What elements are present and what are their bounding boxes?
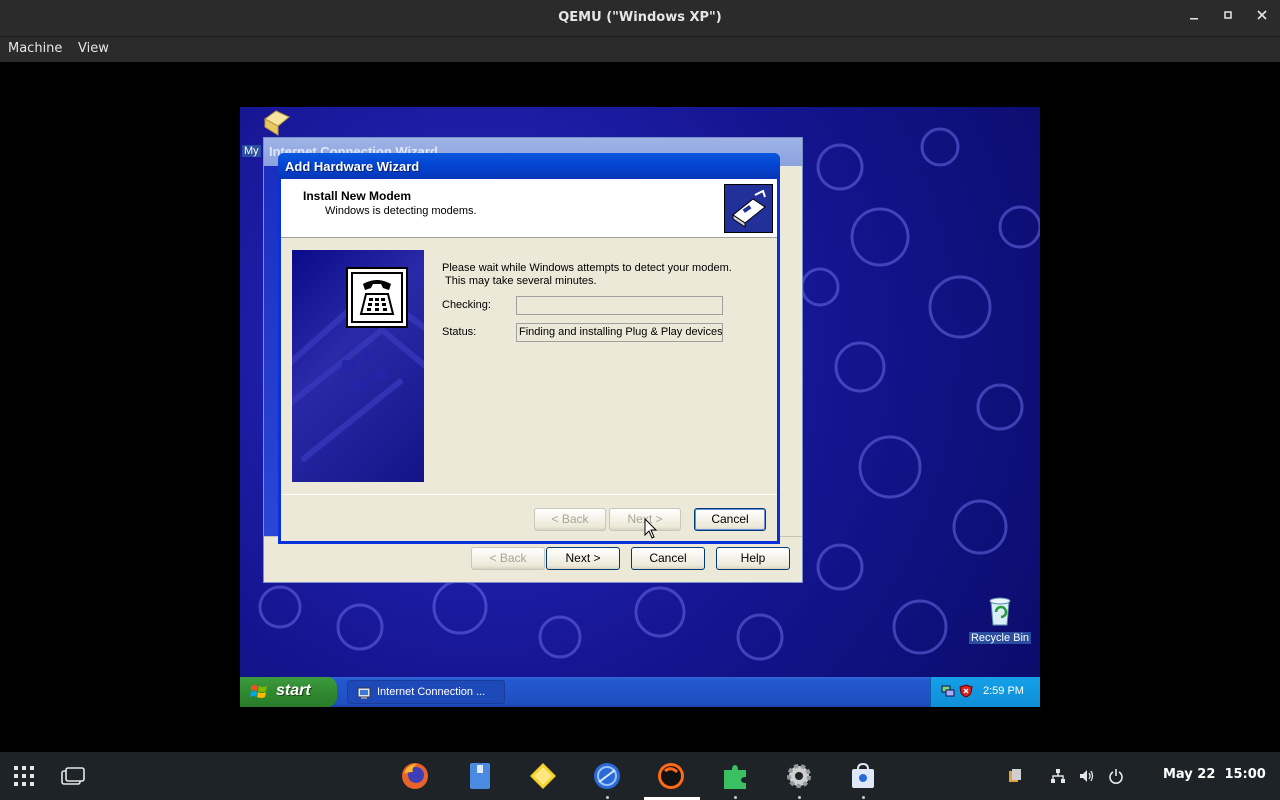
modem-side-art xyxy=(292,250,424,482)
hardware-icon xyxy=(724,184,773,233)
browser-icon[interactable] xyxy=(593,762,621,790)
bg-help-button[interactable]: Help xyxy=(716,547,790,570)
add-hardware-wizard-dialog: Add Hardware Wizard Install New Modem Wi… xyxy=(278,153,780,544)
qemu-menubar: Machine View xyxy=(0,37,1280,62)
taskbar-item-internet-connection[interactable]: Internet Connection ... xyxy=(347,680,505,704)
security-shield-icon[interactable] xyxy=(959,684,973,698)
start-button[interactable]: start xyxy=(240,677,337,707)
instruction-line-1: Please wait while Windows attempts to de… xyxy=(442,262,732,274)
status-label: Status: xyxy=(442,326,477,338)
volume-icon[interactable] xyxy=(1079,768,1095,784)
telephone-icon xyxy=(346,267,408,328)
xp-system-tray: 2:59 PM xyxy=(930,677,1040,707)
xp-desktop[interactable]: My Recycle Bin Internet Connection Wizar… xyxy=(240,107,1040,707)
network-icon[interactable] xyxy=(1050,768,1066,784)
bg-back-button[interactable]: < Back xyxy=(471,547,545,570)
menu-machine[interactable]: Machine xyxy=(8,41,62,56)
maximize-icon xyxy=(1224,11,1232,19)
xp-clock: 2:59 PM xyxy=(983,685,1024,697)
time: 15:00 xyxy=(1224,767,1266,782)
header-subtitle: Windows is detecting modems. xyxy=(325,205,477,217)
close-icon xyxy=(1257,10,1267,20)
dialog-header: Install New Modem Windows is detecting m… xyxy=(281,179,777,238)
notes-icon[interactable] xyxy=(529,762,557,790)
recycle-bin-desktop-icon[interactable]: Recycle Bin xyxy=(968,595,1032,644)
recycle-bin-label: Recycle Bin xyxy=(968,632,1032,644)
my-desktop-icon-label: My xyxy=(242,145,261,157)
minimize-icon xyxy=(1190,18,1198,20)
running-indicator xyxy=(734,796,737,799)
minimize-button[interactable] xyxy=(1184,9,1204,27)
status-field: Finding and installing Plug & Play devic… xyxy=(516,323,723,342)
date: May 22 xyxy=(1163,767,1216,782)
cancel-button[interactable]: Cancel xyxy=(694,508,766,531)
checking-label: Checking: xyxy=(442,299,491,311)
back-button[interactable]: < Back xyxy=(534,508,606,531)
checking-field xyxy=(516,296,723,315)
bg-next-button[interactable]: Next > xyxy=(546,547,620,570)
close-button[interactable] xyxy=(1252,9,1272,27)
folder-icon xyxy=(264,110,290,136)
software-icon[interactable] xyxy=(849,762,877,790)
header-title: Install New Modem xyxy=(303,189,412,203)
recycle-bin-icon xyxy=(989,597,1011,626)
bg-cancel-button[interactable]: Cancel xyxy=(631,547,705,570)
qemu-icon[interactable] xyxy=(657,762,685,790)
internet-connection-icon xyxy=(357,687,371,699)
firefox-icon[interactable] xyxy=(401,762,429,790)
settings-icon[interactable] xyxy=(785,762,813,790)
start-label: start xyxy=(276,682,311,699)
running-indicator xyxy=(606,796,609,799)
window-title: QEMU ("Windows XP") xyxy=(558,10,722,25)
clipboard-icon[interactable] xyxy=(1006,768,1022,784)
puzzle-icon[interactable] xyxy=(721,762,749,790)
mouse-pointer-icon xyxy=(644,518,658,539)
host-dock: May 22 15:00 xyxy=(0,752,1280,800)
files-icon[interactable] xyxy=(466,762,494,790)
menu-view[interactable]: View xyxy=(78,41,109,56)
maximize-button[interactable] xyxy=(1218,9,1238,27)
dialog-separator xyxy=(281,494,777,495)
qemu-titlebar: QEMU ("Windows XP") xyxy=(0,0,1280,37)
taskbar-item-label: Internet Connection ... xyxy=(377,686,486,698)
power-icon[interactable] xyxy=(1108,768,1124,784)
my-documents-desktop-icon[interactable] xyxy=(260,109,294,140)
running-indicator xyxy=(798,796,801,799)
xp-taskbar: start Internet Connection ... 2:59 PM xyxy=(240,677,1040,707)
network-tray-icon[interactable] xyxy=(941,684,955,698)
running-indicator xyxy=(862,796,865,799)
workspaces-icon[interactable] xyxy=(61,767,85,785)
instruction-line-2: This may take several minutes. xyxy=(445,275,597,287)
app-grid-icon[interactable] xyxy=(13,765,35,787)
windows-flag-icon xyxy=(250,685,267,698)
dialog-title: Add Hardware Wizard xyxy=(278,153,780,179)
clock[interactable]: May 22 15:00 xyxy=(1163,767,1266,782)
instructions: Please wait while Windows attempts to de… xyxy=(442,262,732,288)
bg-wizard-side-banner xyxy=(264,166,278,546)
